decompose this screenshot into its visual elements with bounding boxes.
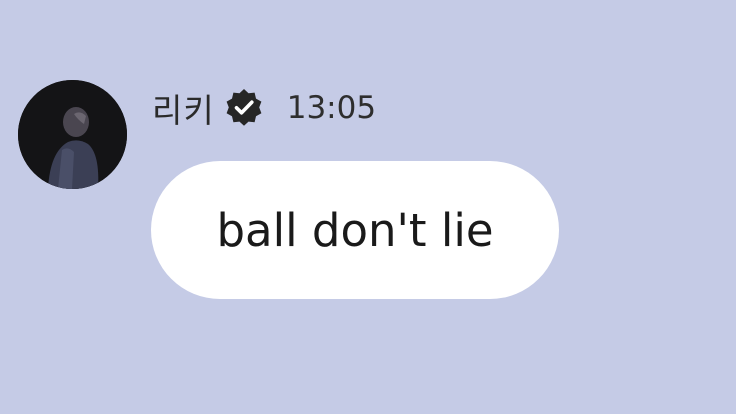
avatar-photo — [18, 80, 127, 189]
message-bubble[interactable]: ball don't lie — [151, 161, 559, 299]
timestamp: 13:05 — [286, 90, 377, 126]
message-header: 리키 13:05 — [152, 84, 376, 132]
message-text: ball don't lie — [216, 203, 494, 257]
sender-name: 리키 — [152, 91, 215, 130]
avatar[interactable] — [18, 80, 127, 189]
chat-message: 리키 13:05 ball don't lie — [0, 0, 736, 414]
chat-screen: 리키 13:05 ball don't lie — [0, 0, 736, 414]
verified-badge-icon — [223, 87, 265, 129]
